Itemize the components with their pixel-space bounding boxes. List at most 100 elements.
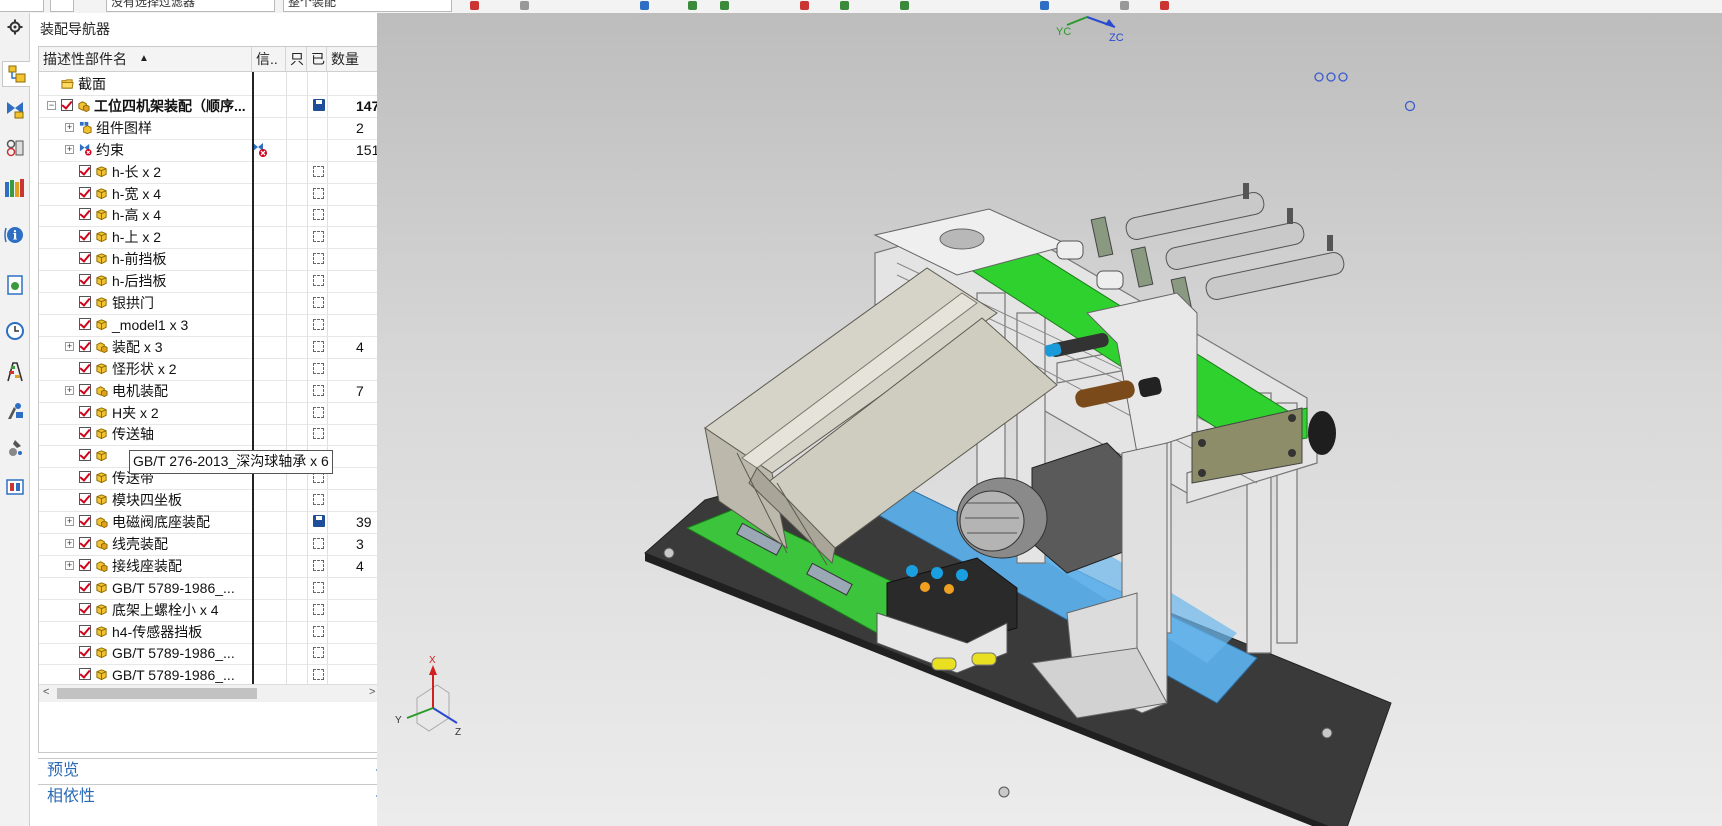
system-materials-icon[interactable] — [3, 436, 27, 460]
tree-row[interactable]: − 工位四机架装配（顺序... 147 — [39, 94, 384, 118]
column-name[interactable]: 描述性部件名 ▲ — [39, 47, 252, 71]
info-icon[interactable]: i — [3, 223, 27, 247]
tree-row[interactable]: + 接线座装配 4 — [39, 554, 384, 578]
tree-row[interactable]: + 电机装配 7 — [39, 379, 384, 403]
tree-row[interactable]: + 组件图样 2 — [39, 116, 384, 140]
visibility-checkbox[interactable] — [79, 493, 91, 506]
toolbar-icon[interactable] — [1160, 1, 1169, 10]
visibility-checkbox[interactable] — [79, 361, 91, 374]
tree-row[interactable]: h-后挡板 — [39, 269, 384, 294]
window-button[interactable] — [50, 0, 74, 12]
dependencies-section[interactable]: 相依性 — [38, 784, 400, 809]
tree-row[interactable]: h-前挡板 — [39, 247, 384, 272]
expand-icon[interactable]: + — [65, 517, 74, 526]
horizontal-scrollbar[interactable]: < > — [39, 684, 384, 702]
toolbar-icon[interactable] — [800, 1, 809, 10]
reuse-library-icon[interactable] — [3, 176, 27, 200]
assembly-model-canvas[interactable]: YC ZC X Y Z — [377, 13, 1722, 826]
tree-row[interactable]: h-上 x 2 — [39, 225, 384, 250]
scope-selector[interactable]: 整个装配 — [283, 0, 452, 12]
view-triad[interactable]: X Y Z — [395, 655, 461, 738]
tree-row[interactable]: + 约束 151 — [39, 138, 384, 162]
toolbar-icon[interactable] — [1120, 1, 1129, 10]
visibility-checkbox[interactable] — [79, 339, 91, 352]
graphics-viewport[interactable]: YC ZC X Y Z — [377, 13, 1722, 826]
visibility-checkbox[interactable] — [79, 186, 91, 199]
expand-icon[interactable]: + — [65, 341, 74, 351]
tree-row[interactable]: 模块四坐板 — [39, 488, 384, 513]
toolbar-icon[interactable] — [720, 1, 729, 10]
tree-row[interactable]: 截面 — [39, 72, 384, 96]
visibility-checkbox[interactable] — [79, 252, 91, 265]
process-studio-icon[interactable] — [3, 360, 27, 384]
tree-row[interactable]: 银拱门 — [39, 291, 384, 315]
menu-combo[interactable] — [0, 0, 44, 12]
tree-row[interactable]: GB/T 5789-1986_... — [39, 641, 384, 666]
visibility-checkbox[interactable] — [79, 602, 91, 615]
visibility-checkbox[interactable] — [79, 580, 91, 593]
tree-row[interactable]: h-高 x 4 — [39, 203, 384, 228]
tree-row[interactable]: + 电磁阀底座装配 39 — [39, 510, 384, 534]
collapse-icon[interactable]: − — [47, 100, 56, 110]
scroll-left-icon[interactable]: < — [43, 686, 49, 698]
toolbar-icon[interactable] — [640, 1, 649, 10]
tree-row[interactable]: + 线壳装配 3 — [39, 532, 384, 556]
scroll-right-icon[interactable]: > — [369, 686, 375, 698]
filter-selector[interactable]: 没有选择过滤器 — [106, 0, 275, 12]
expand-icon[interactable]: + — [65, 538, 74, 548]
palette-icon[interactable] — [3, 475, 27, 499]
column-info[interactable]: 信.. — [252, 47, 286, 71]
tree-row[interactable]: h-长 x 2 — [39, 160, 384, 184]
settings-icon[interactable] — [3, 15, 27, 39]
tree-row[interactable]: h4-传感器挡板 — [39, 620, 384, 644]
visibility-checkbox[interactable] — [79, 383, 91, 396]
visibility-checkbox[interactable] — [79, 230, 91, 243]
expand-icon[interactable]: + — [65, 122, 74, 132]
tree-row[interactable]: 底架上螺栓小 x 4 — [39, 598, 384, 622]
triad-y-label: Y — [395, 715, 402, 726]
visibility-checkbox[interactable] — [61, 98, 73, 111]
constraint-navigator-icon[interactable] — [3, 98, 27, 122]
tree-row[interactable]: _model1 x 3 — [39, 313, 384, 337]
visibility-checkbox[interactable] — [79, 668, 91, 681]
visibility-checkbox[interactable] — [79, 471, 91, 484]
tree-row[interactable]: h-宽 x 4 — [39, 182, 384, 206]
history-icon[interactable] — [3, 319, 27, 343]
visibility-checkbox[interactable] — [79, 646, 91, 659]
toolbar-icon[interactable] — [470, 1, 479, 10]
expand-icon[interactable]: + — [65, 144, 74, 154]
visibility-checkbox[interactable] — [79, 208, 91, 221]
web-browser-icon[interactable] — [3, 273, 27, 297]
toolbar-icon[interactable] — [840, 1, 849, 10]
tree-row[interactable]: + 装配 x 3 4 — [39, 335, 384, 359]
tree-row[interactable]: 怪形状 x 2 — [39, 357, 384, 381]
tree-row[interactable]: H夹 x 2 — [39, 401, 384, 425]
visibility-checkbox[interactable] — [79, 536, 91, 549]
roles-icon[interactable] — [3, 399, 27, 423]
column-count[interactable]: 数量 — [327, 47, 384, 71]
visibility-checkbox[interactable] — [79, 624, 91, 637]
visibility-checkbox[interactable] — [79, 274, 91, 287]
assembly-navigator-icon[interactable] — [2, 61, 30, 87]
toolbar-icon[interactable] — [520, 1, 529, 10]
visibility-checkbox[interactable] — [79, 405, 91, 418]
expand-icon[interactable]: + — [65, 385, 74, 395]
visibility-checkbox[interactable] — [79, 296, 91, 308]
expand-icon[interactable]: + — [65, 560, 74, 570]
tree-row[interactable]: 传送轴 — [39, 422, 384, 447]
toolbar-icon[interactable] — [900, 1, 909, 10]
scroll-thumb[interactable] — [57, 688, 257, 699]
toolbar-icon[interactable] — [1040, 1, 1049, 10]
tree-row[interactable]: GB/T 5789-1986_... — [39, 576, 384, 600]
part-navigator-icon[interactable] — [3, 136, 27, 160]
toolbar-icon[interactable] — [688, 1, 697, 10]
visibility-checkbox[interactable] — [79, 558, 91, 571]
column-modified[interactable]: 已 — [307, 47, 327, 71]
preview-section[interactable]: 预览 — [38, 758, 400, 783]
column-readonly[interactable]: 只 — [286, 47, 307, 71]
visibility-checkbox[interactable] — [79, 515, 91, 527]
visibility-checkbox[interactable] — [79, 427, 91, 440]
visibility-checkbox[interactable] — [79, 164, 91, 177]
visibility-checkbox[interactable] — [79, 317, 91, 330]
visibility-checkbox[interactable] — [79, 449, 91, 462]
